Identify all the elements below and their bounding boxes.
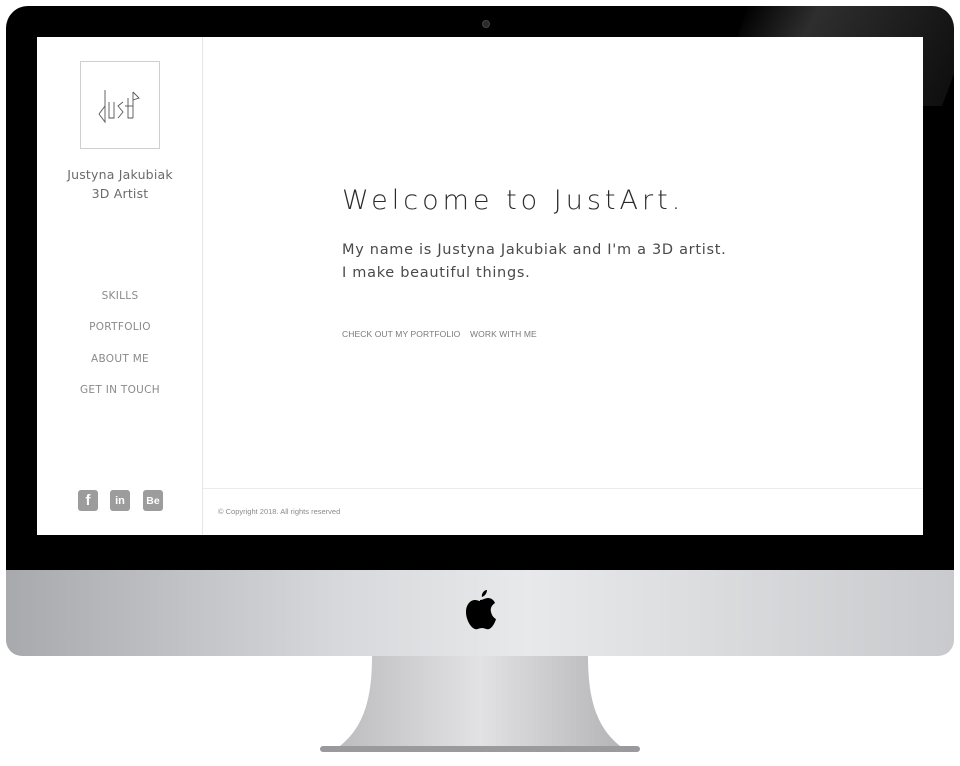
behance-icon[interactable]: Be	[143, 490, 163, 511]
linkedin-glyph: in	[115, 494, 125, 507]
monitor-stand	[320, 656, 640, 752]
sidebar: Justyna Jakubiak 3D Artist SKILLS PORTFO…	[37, 37, 203, 535]
logo-mark	[98, 90, 140, 124]
main-content: Welcome to JustArt. My name is Justyna J…	[203, 37, 923, 535]
facebook-icon[interactable]: f	[78, 490, 98, 511]
nav-get-in-touch[interactable]: GET IN TOUCH	[37, 384, 203, 396]
nav-about-me[interactable]: ABOUT ME	[37, 353, 203, 365]
copyright-text: © Copyright 2018. All rights reserved	[218, 507, 341, 516]
behance-glyph: Be	[146, 494, 160, 507]
nav-skills[interactable]: SKILLS	[37, 290, 203, 302]
owner-name: Justyna Jakubiak	[67, 167, 173, 182]
justart-logo-icon[interactable]	[80, 61, 160, 149]
page-title: Welcome to JustArt.	[342, 185, 685, 216]
nav-portfolio[interactable]: PORTFOLIO	[37, 321, 203, 333]
browser-screen: Justyna Jakubiak 3D Artist SKILLS PORTFO…	[37, 37, 923, 535]
facebook-glyph: f	[85, 492, 91, 509]
intro-text-line-2: I make beautiful things.	[342, 265, 531, 281]
work-with-me-link[interactable]: WORK WITH ME	[470, 329, 537, 339]
owner-title: 3D Artist	[91, 186, 149, 201]
page-footer: © Copyright 2018. All rights reserved	[203, 488, 923, 535]
portfolio-link[interactable]: CHECK OUT MY PORTFOLIO	[342, 329, 460, 339]
apple-icon	[466, 590, 496, 630]
linkedin-icon[interactable]: in	[110, 490, 130, 511]
webcam-icon	[482, 20, 490, 28]
intro-text-line-1: My name is Justyna Jakubiak and I'm a 3D…	[342, 242, 727, 258]
